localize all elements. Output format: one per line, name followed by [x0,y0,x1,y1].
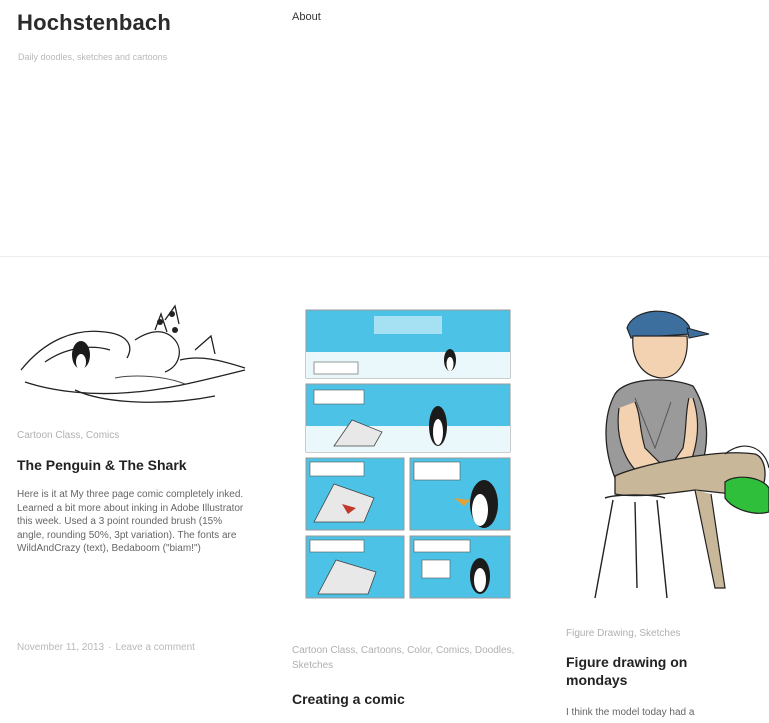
site-description: Daily doodles, sketches and cartoons [18,52,168,62]
category-link[interactable]: Sketches [292,660,333,671]
post-title-link[interactable]: Creating a comic [292,690,522,708]
meta-separator: · [108,642,112,653]
comic-page-illustration [304,308,512,600]
post-date-link[interactable]: November 11, 2013 [17,642,104,653]
category-link[interactable]: Sketches [639,628,680,639]
penguin-shark-illustration [20,304,246,403]
leave-comment-link[interactable]: Leave a comment [115,642,195,653]
site-title[interactable]: Hochstenbach [17,10,171,36]
post-title-link[interactable]: Figure drawing on mondays [566,653,706,689]
post-thumbnail-comic[interactable] [304,308,512,600]
category-link[interactable]: Comics [436,645,469,656]
post-categories: Cartoon Class, Comics [17,430,120,441]
category-link[interactable]: Cartoon Class [292,645,355,656]
category-link[interactable]: Comics [86,430,119,441]
header-divider [0,256,769,257]
category-link[interactable]: Doodles [475,645,512,656]
post-meta: November 11, 2013 · Leave a comment [17,641,232,655]
post-excerpt: Here is it at My three page comic comple… [17,489,244,554]
category-link[interactable]: Figure Drawing [566,628,634,639]
category-link[interactable]: Cartoons [361,645,402,656]
category-link[interactable]: Color [407,645,430,656]
post-categories: Cartoon Class, Cartoons, Color, Comics, … [292,645,515,671]
nav-about-link[interactable]: About [292,11,321,23]
post-excerpt: I think the model today had a [566,707,695,718]
post-categories: Figure Drawing, Sketches [566,628,681,639]
figure-drawing-illustration [594,310,769,599]
post-thumbnail-figure-drawing[interactable] [575,298,769,603]
post-thumbnail-penguin-shark[interactable] [15,300,251,415]
category-link[interactable]: Cartoon Class [17,430,80,441]
post-title-link[interactable]: The Penguin & The Shark [17,456,247,474]
